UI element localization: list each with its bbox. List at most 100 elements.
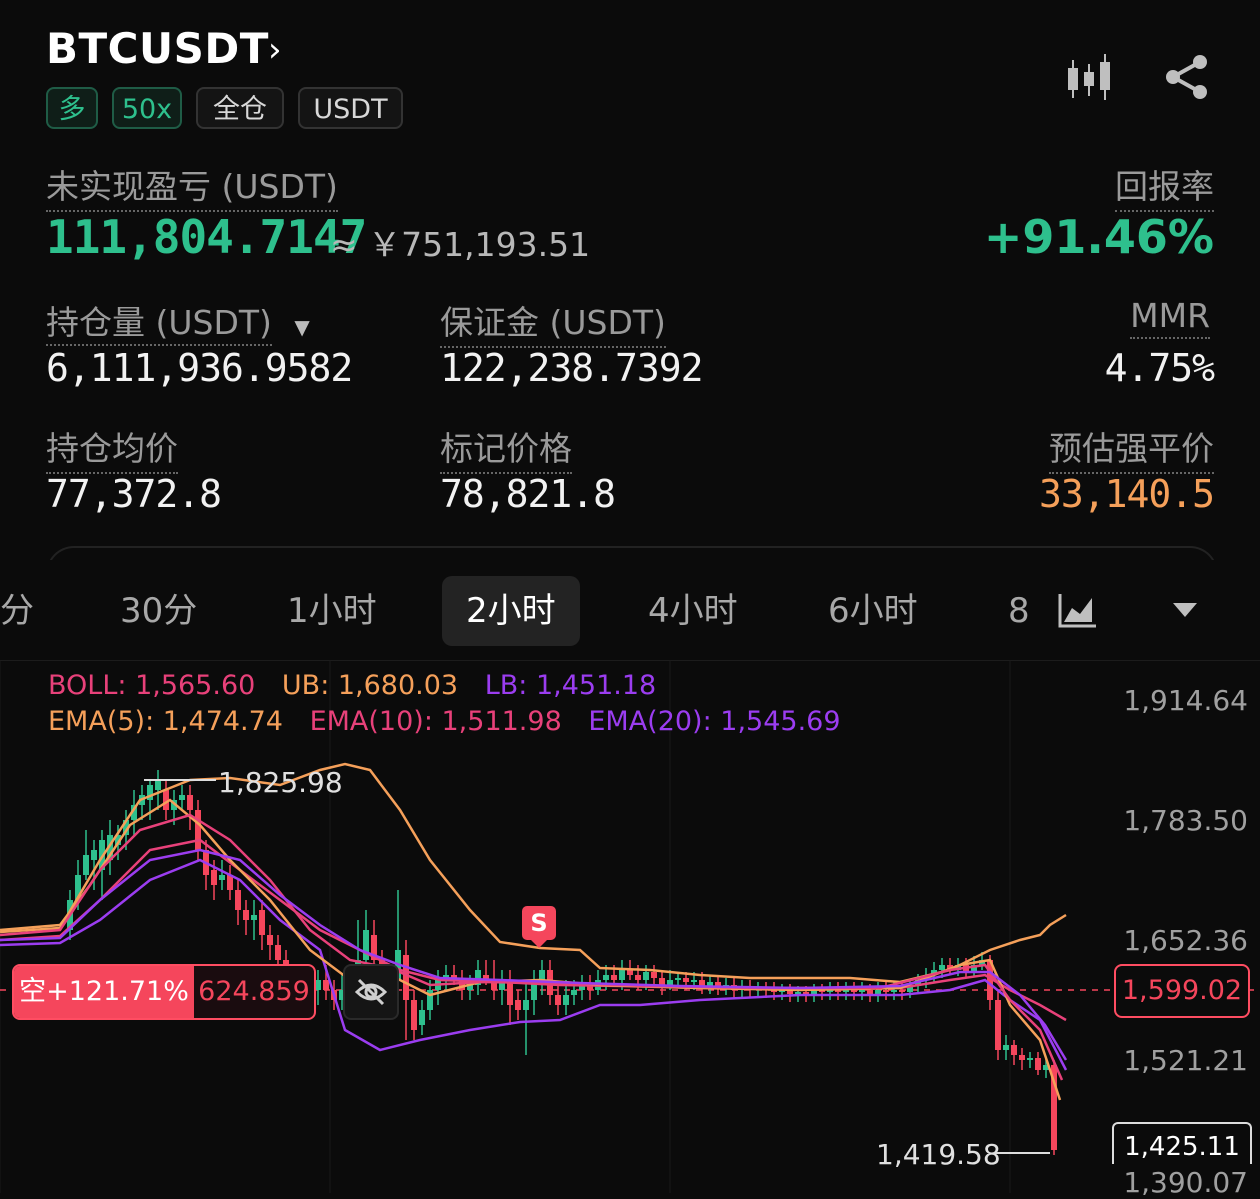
margin-value: 122,238.7392 xyxy=(440,346,704,390)
candle-body xyxy=(643,972,649,980)
candle-body xyxy=(523,1000,529,1010)
caret-down-icon[interactable] xyxy=(1170,600,1200,620)
candle-body xyxy=(219,875,225,880)
candle-body xyxy=(683,978,689,982)
return-rate-label: 回报率 xyxy=(1115,160,1214,212)
avg-price-label: 持仓均价 xyxy=(46,422,178,474)
position-size-value: 6,111,936.9582 xyxy=(46,346,353,390)
high-price-label: 1,825.98 xyxy=(218,766,343,799)
candle-body xyxy=(251,915,257,920)
ema20-legend: EMA(20): 1,545.69 xyxy=(588,706,841,737)
candle-body xyxy=(651,972,657,978)
sell-signal-marker[interactable]: S xyxy=(522,906,556,940)
candle-body xyxy=(803,992,809,994)
tab-min[interactable]: 分 xyxy=(0,576,34,646)
y-axis-label: 1,521.21 xyxy=(1123,1044,1248,1077)
low-price-label: 1,419.58 xyxy=(876,1138,1001,1171)
avg-price-value: 77,372.8 xyxy=(46,472,222,516)
candle-body xyxy=(851,990,857,992)
sell-signal-pointer xyxy=(531,940,547,948)
y-axis-label: 1,390.07 xyxy=(1123,1166,1248,1199)
current-price-tag: 1,599.02 xyxy=(1114,964,1250,1018)
currency-tag: USDT xyxy=(298,87,403,129)
eye-off-icon xyxy=(354,978,388,1006)
candle-body xyxy=(195,810,201,850)
candle-body xyxy=(187,795,193,810)
candle-body xyxy=(211,870,217,885)
mark-price-value: 78,821.8 xyxy=(440,472,616,516)
unrealized-pnl-label: 未实现盈亏 (USDT) xyxy=(46,160,338,212)
margin-label: 保证金 (USDT) xyxy=(440,296,666,348)
tab-6h[interactable]: 6小时 xyxy=(828,576,918,646)
candle-body xyxy=(675,978,681,980)
candle-body xyxy=(515,1000,521,1010)
side-tag: 多 xyxy=(46,87,98,129)
candlestick-chart-icon[interactable] xyxy=(1064,50,1116,104)
tab-2h[interactable]: 2小时 xyxy=(442,576,580,646)
position-size-label[interactable]: 持仓量 (USDT) ▼ xyxy=(46,296,310,346)
indicator-chart-icon[interactable] xyxy=(1058,592,1098,628)
boll-mid-legend: BOLL: 1,565.60 xyxy=(48,670,256,701)
candle-body xyxy=(899,990,905,992)
ema5-legend: EMA(5): 1,474.74 xyxy=(48,706,283,737)
candle-body xyxy=(91,850,97,860)
caret-down-icon[interactable]: ▼ xyxy=(294,315,309,339)
candle-body xyxy=(555,995,561,1005)
chevron-right-icon[interactable]: › xyxy=(268,30,282,70)
ema-legend: EMA(5): 1,474.74 EMA(10): 1,511.98 EMA(2… xyxy=(48,706,841,737)
boll-upper-line xyxy=(0,762,1067,984)
high-marker-line xyxy=(144,779,216,781)
leverage-tag[interactable]: 50x xyxy=(112,87,182,129)
symbol-title[interactable]: BTCUSDT xyxy=(46,24,269,73)
y-axis-label: 1,652.36 xyxy=(1123,924,1248,957)
candle-body xyxy=(243,910,249,920)
candle-body xyxy=(83,855,89,875)
margin-mode-tag[interactable]: 全仓 xyxy=(196,87,284,129)
candle-body xyxy=(611,975,617,980)
candle-body xyxy=(259,910,265,935)
kline-chart[interactable] xyxy=(0,660,1260,1193)
boll-ub-legend: UB: 1,680.03 xyxy=(281,670,459,701)
position-badge[interactable]: 空+121.71% 624.859 xyxy=(12,964,316,1020)
tab-30min[interactable]: 30分 xyxy=(120,576,197,646)
candle-body xyxy=(627,970,633,975)
tab-1h[interactable]: 1小时 xyxy=(287,576,377,646)
y-axis-label: 1,914.64 xyxy=(1123,684,1248,717)
candle-body xyxy=(563,995,569,1005)
candle-body xyxy=(571,990,577,995)
candle-body xyxy=(1011,1045,1017,1055)
candle-body xyxy=(891,990,897,992)
candle-body xyxy=(795,992,801,994)
candle-body xyxy=(363,930,369,960)
partial-price-tag: 1,425.11 xyxy=(1112,1122,1252,1164)
hide-position-button[interactable] xyxy=(343,964,399,1020)
candle-body xyxy=(995,1000,1001,1050)
tab-4h[interactable]: 4小时 xyxy=(648,576,738,646)
liq-price-value: 33,140.5 xyxy=(1038,472,1215,516)
candle-body xyxy=(691,980,697,982)
low-marker-line xyxy=(994,1152,1050,1154)
return-rate-value: +91.46% xyxy=(983,210,1214,264)
candle-body xyxy=(275,945,281,960)
candle-body xyxy=(155,780,161,790)
candle-body xyxy=(323,980,329,990)
kline-svg[interactable] xyxy=(0,660,1260,1193)
candle-body xyxy=(603,975,609,980)
position-pnl-label: 空+121.71% xyxy=(14,966,194,1018)
position-size-label: 624.859 xyxy=(198,976,310,1007)
candle-body xyxy=(939,965,945,970)
ema10-legend: EMA(10): 1,511.98 xyxy=(309,706,562,737)
share-icon[interactable] xyxy=(1164,54,1210,100)
candle-body xyxy=(179,795,185,800)
mark-price-label: 标记价格 xyxy=(440,422,572,474)
tab-8h[interactable]: 8 xyxy=(1008,576,1028,646)
unrealized-pnl-value: 111,804.7147 xyxy=(46,210,367,264)
candle-body xyxy=(235,890,241,910)
boll-lb-legend: LB: 1,451.18 xyxy=(484,670,657,701)
candle-body xyxy=(867,990,873,994)
candle-body xyxy=(875,990,881,994)
candle-body xyxy=(1027,1058,1033,1060)
candle-body xyxy=(403,955,409,1000)
candle-body xyxy=(1003,1045,1009,1050)
partial-price-text: 1,425.11 xyxy=(1124,1132,1240,1162)
